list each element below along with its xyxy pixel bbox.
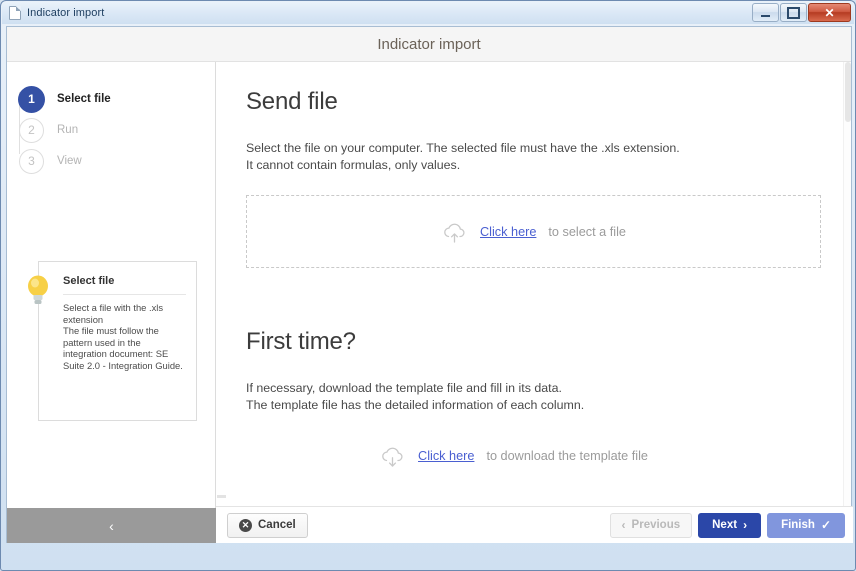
next-button-label: Next bbox=[712, 519, 738, 531]
step-label-view: View bbox=[57, 155, 82, 167]
app-body: 1 Select file 2 Run 3 View Select file S… bbox=[7, 62, 853, 543]
content-vertical-scrollbar[interactable] bbox=[843, 62, 851, 506]
step-list: 1 Select file 2 Run 3 View bbox=[7, 62, 215, 176]
cloud-upload-icon bbox=[444, 223, 465, 243]
step-number-2: 2 bbox=[19, 117, 44, 143]
application-panel: Indicator import 1 Select file 2 Run 3 V… bbox=[6, 26, 853, 543]
circle-x-icon: ✕ bbox=[239, 518, 252, 532]
sidebar-step-view[interactable]: 3 View bbox=[19, 146, 215, 176]
sidebar-collapse-button[interactable]: ‹ bbox=[7, 508, 216, 543]
sidebar-step-run[interactable]: 2 Run bbox=[19, 115, 215, 145]
download-template-row[interactable]: Click here to download the template file bbox=[246, 445, 821, 467]
download-template-suffix: to download the template file bbox=[486, 449, 648, 463]
horizontal-scrollbar[interactable] bbox=[217, 495, 226, 498]
previous-button-label: Previous bbox=[631, 519, 681, 531]
step-number-3: 3 bbox=[19, 148, 44, 174]
scrollbar-thumb[interactable] bbox=[845, 62, 851, 122]
content-scroll-region: Send file Select the file on your comput… bbox=[216, 62, 851, 506]
os-window: Indicator import ✕ Indicator import 1 Se… bbox=[0, 0, 856, 571]
app-header: Indicator import bbox=[7, 27, 851, 62]
sidebar-step-select-file[interactable]: 1 Select file bbox=[19, 84, 215, 114]
previous-button[interactable]: ‹ Previous bbox=[609, 512, 693, 538]
finish-button-label: Finish bbox=[781, 519, 815, 531]
select-file-suffix: to select a file bbox=[548, 224, 626, 239]
next-button[interactable]: Next › bbox=[698, 512, 762, 538]
maximize-button[interactable] bbox=[780, 3, 807, 22]
window-titlebar[interactable]: Indicator import ✕ bbox=[2, 2, 854, 24]
cancel-button-label: Cancel bbox=[258, 519, 296, 531]
select-file-link[interactable]: Click here bbox=[480, 225, 536, 239]
first-time-description: If necessary, download the template file… bbox=[246, 381, 585, 412]
minimize-button[interactable] bbox=[752, 3, 779, 22]
file-dropzone[interactable]: Click here to select a file bbox=[246, 195, 821, 268]
chevron-left-icon: ‹ bbox=[621, 518, 626, 532]
first-time-title: First time? bbox=[246, 328, 356, 355]
download-template-link[interactable]: Click here bbox=[418, 449, 474, 463]
wizard-nav-buttons: ‹ Previous Next › Finish ✓ bbox=[609, 512, 845, 538]
dialog-footer: ✕ Cancel ‹ Previous Next › Finish ✓ bbox=[216, 506, 853, 543]
window-controls: ✕ bbox=[751, 3, 851, 22]
send-file-description: Select the file on your computer. The se… bbox=[246, 141, 680, 172]
send-file-title: Send file bbox=[246, 88, 338, 115]
finish-button[interactable]: Finish ✓ bbox=[767, 512, 845, 538]
document-icon bbox=[9, 6, 21, 20]
window-title: Indicator import bbox=[27, 7, 105, 19]
step-label-run: Run bbox=[57, 124, 79, 136]
close-button[interactable]: ✕ bbox=[808, 3, 851, 22]
chevron-right-icon: › bbox=[743, 518, 748, 532]
chevron-left-icon: ‹ bbox=[109, 517, 114, 534]
sidebar: 1 Select file 2 Run 3 View Select file S… bbox=[7, 62, 216, 543]
content-area: Send file Select the file on your comput… bbox=[216, 62, 851, 543]
lightbulb-icon bbox=[28, 275, 48, 304]
cloud-download-icon bbox=[382, 447, 403, 467]
page-title: Indicator import bbox=[377, 35, 481, 53]
tip-title: Select file bbox=[63, 275, 186, 295]
cancel-button[interactable]: ✕ Cancel bbox=[227, 512, 308, 538]
tip-card: Select file Select a file with the .xls … bbox=[28, 261, 197, 421]
step-number-1: 1 bbox=[19, 86, 44, 112]
tip-text: Select a file with the .xls extension Th… bbox=[63, 302, 183, 371]
check-icon: ✓ bbox=[820, 518, 831, 532]
step-label-select-file: Select file bbox=[57, 93, 111, 105]
